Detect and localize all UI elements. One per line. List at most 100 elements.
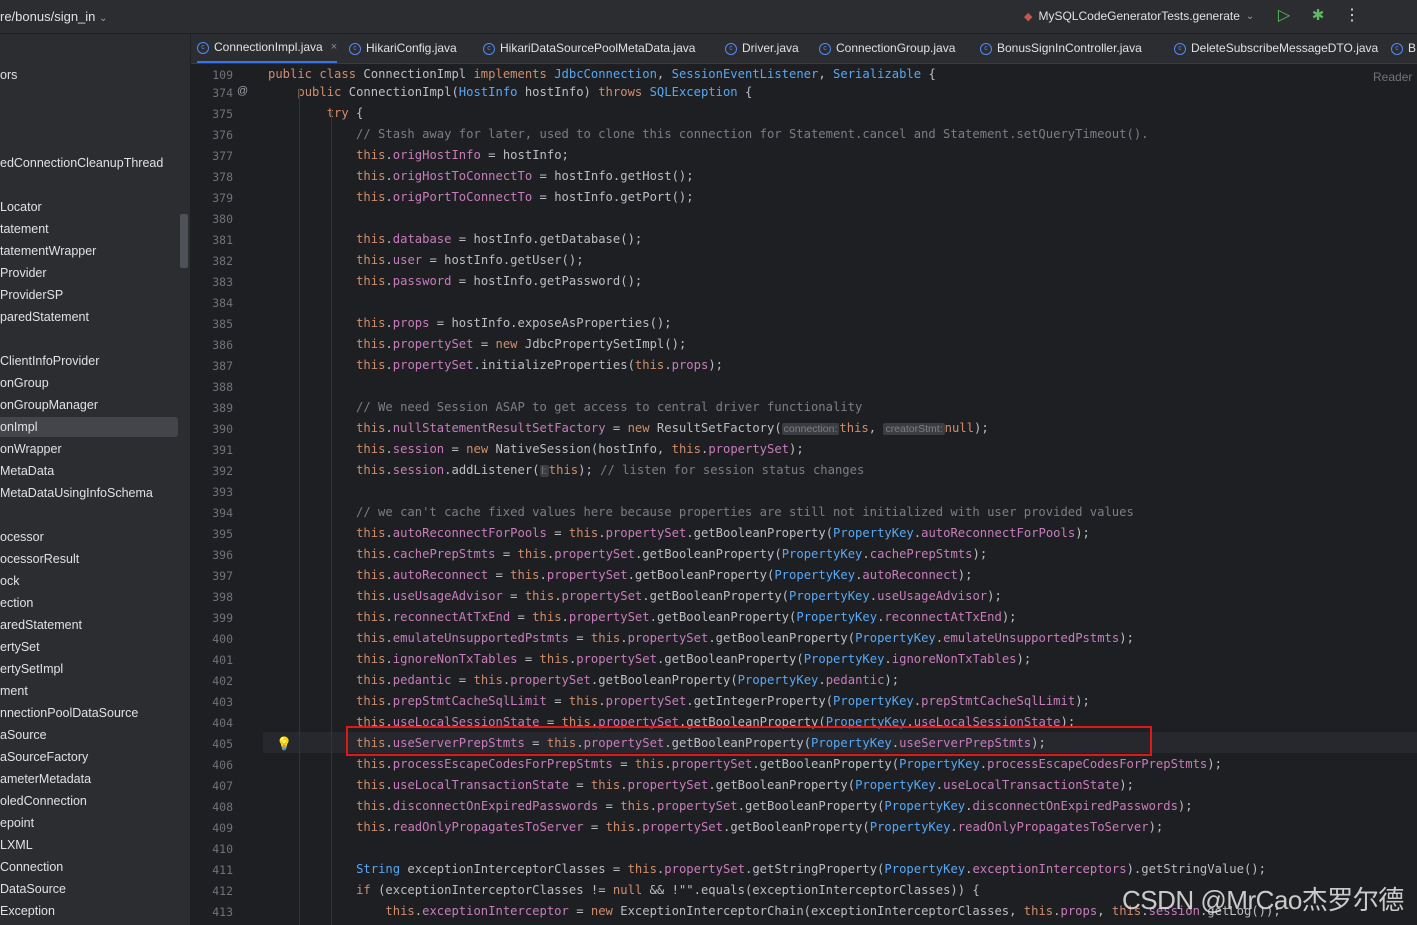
tree-item[interactable]: onGroup <box>0 373 178 393</box>
override-marker-icon[interactable]: @ <box>237 85 248 97</box>
branch-selector[interactable]: re/bonus/sign_in ⌄ <box>0 9 107 24</box>
tree-item[interactable]: ors <box>0 65 178 85</box>
line-number: 382 <box>212 254 233 268</box>
code-line[interactable]: this.prepStmtCacheSqlLimit = this.proper… <box>268 694 1090 708</box>
tree-item[interactable]: aSourceFactory <box>0 747 178 767</box>
code-line[interactable]: this.ignoreNonTxTables = this.propertySe… <box>268 652 1031 666</box>
tree-item[interactable]: ocessor <box>0 527 178 547</box>
tree-item[interactable]: Locator <box>0 197 178 217</box>
code-line[interactable]: this.session.addListener(l: this); // lis… <box>268 463 864 477</box>
lightbulb-icon[interactable]: 💡 <box>276 736 292 752</box>
code-line[interactable]: this.origHostInfo = hostInfo; <box>268 148 569 162</box>
tree-item[interactable]: DataSource <box>0 879 178 899</box>
watermark: CSDN @MrCao杰罗尔德 <box>1122 885 1404 915</box>
code-line[interactable]: this.disconnectOnExpiredPasswords = this… <box>268 799 1193 813</box>
run-button[interactable]: ▷ <box>1274 6 1294 26</box>
tree-item[interactable]: ClientInfoProvider <box>0 351 178 371</box>
editor-tab[interactable]: c ConnectionGroup.java <box>819 34 955 63</box>
line-number: 408 <box>212 800 233 814</box>
editor-tab[interactable]: c ConnectionImpl.java × <box>197 33 338 63</box>
code-line[interactable]: public class ConnectionImpl implements J… <box>268 67 936 81</box>
line-number: 387 <box>212 359 233 373</box>
more-actions-button[interactable]: ⋮ <box>1342 6 1362 26</box>
sidebar-scrollbar[interactable] <box>180 214 188 268</box>
tree-item[interactable]: oledConnection <box>0 791 178 811</box>
tree-item[interactable] <box>0 505 178 525</box>
code-line[interactable]: this.autoReconnectForPools = this.proper… <box>268 526 1090 540</box>
line-number: 379 <box>212 191 233 205</box>
code-line[interactable]: String exceptionInterceptorClasses = thi… <box>268 862 1266 876</box>
tree-item[interactable]: ection <box>0 593 178 613</box>
tree-item[interactable]: aSource <box>0 725 178 745</box>
code-line[interactable]: this.pedantic = this.propertySet.getBool… <box>268 673 899 687</box>
code-line[interactable]: this.readOnlyPropagatesToServer = this.p… <box>268 820 1163 834</box>
tree-item[interactable] <box>0 131 178 151</box>
tree-item[interactable]: ock <box>0 571 178 591</box>
code-line[interactable]: public ConnectionImpl(HostInfo hostInfo)… <box>268 85 752 99</box>
code-line[interactable]: this.database = hostInfo.getDatabase(); <box>268 232 642 246</box>
close-icon[interactable]: × <box>331 33 337 62</box>
tree-item[interactable]: tatement <box>0 219 178 239</box>
code-editor[interactable]: 109 374 375 376 377 378 379 380 381 382 383 384 385 3… <box>191 64 1417 925</box>
code-line[interactable]: this.session = new NativeSession(hostInf… <box>268 442 804 456</box>
tree-item[interactable]: onGroupManager <box>0 395 178 415</box>
tree-item[interactable]: nnectionPoolDataSource <box>0 703 178 723</box>
tree-item[interactable]: ertySet <box>0 637 178 657</box>
editor-tab[interactable]: c HikariConfig.java <box>349 34 457 63</box>
tree-item[interactable]: Provider <box>0 263 178 283</box>
tree-item[interactable]: ertySetImpl <box>0 659 178 679</box>
code-line[interactable]: this.cachePrepStmts = this.propertySet.g… <box>268 547 987 561</box>
debug-button[interactable]: ✱ <box>1308 6 1328 26</box>
tree-item[interactable]: ProviderSP <box>0 285 178 305</box>
code-line[interactable]: this.nullStatementResultSetFactory = new… <box>268 421 989 435</box>
tree-item[interactable]: aredStatement <box>0 615 178 635</box>
tree-item[interactable]: epoint <box>0 813 178 833</box>
code-line[interactable]: this.processEscapeCodesForPrepStmts = th… <box>268 757 1222 771</box>
editor-tab[interactable]: c HikariDataSourcePoolMetaData.java <box>483 34 695 63</box>
code-line[interactable]: this.props = hostInfo.exposeAsProperties… <box>268 316 672 330</box>
line-number: 410 <box>212 842 233 856</box>
run-configuration-selector[interactable]: ◆ MySQLCodeGeneratorTests.generate ⌄ <box>1024 9 1254 23</box>
tree-item[interactable]: onWrapper <box>0 439 178 459</box>
junit-icon: ◆ <box>1024 10 1033 23</box>
tree-item[interactable]: onImpl <box>0 417 178 437</box>
tree-item[interactable] <box>0 87 178 107</box>
tree-item[interactable] <box>0 109 178 129</box>
tree-item[interactable]: MetaData <box>0 461 178 481</box>
tree-item[interactable] <box>0 175 178 195</box>
line-number: 377 <box>212 149 233 163</box>
code-line[interactable]: this.password = hostInfo.getPassword(); <box>268 274 642 288</box>
tree-item[interactable]: LXML <box>0 835 178 855</box>
line-number: 397 <box>212 569 233 583</box>
tree-item[interactable]: paredStatement <box>0 307 178 327</box>
code-line[interactable]: // We need Session ASAP to get access to… <box>268 400 862 414</box>
tree-item[interactable]: Connection <box>0 857 178 877</box>
code-line[interactable]: this.user = hostInfo.getUser(); <box>268 253 584 267</box>
code-line[interactable]: // Stash away for later, used to clone t… <box>268 127 1148 141</box>
code-line[interactable]: if (exceptionInterceptorClasses != null … <box>268 883 980 897</box>
reader-mode-toggle[interactable]: Reader <box>1373 70 1412 84</box>
tree-item[interactable]: ameterMetadata <box>0 769 178 789</box>
tree-item[interactable]: ocessorResult <box>0 549 178 569</box>
code-line[interactable]: this.useUsageAdvisor = this.propertySet.… <box>268 589 1002 603</box>
code-line[interactable]: this.emulateUnsupportedPstmts = this.pro… <box>268 631 1134 645</box>
code-line[interactable]: // we can't cache fixed values here beca… <box>268 505 1134 519</box>
tree-item[interactable]: edConnectionCleanupThread <box>0 153 178 173</box>
code-line[interactable]: try { <box>268 106 364 120</box>
tree-item[interactable]: tatementWrapper <box>0 241 178 261</box>
code-line[interactable]: this.propertySet.initializeProperties(th… <box>268 358 723 372</box>
editor-tab[interactable]: c DeleteSubscribeMessageDTO.java <box>1174 34 1378 63</box>
tree-item[interactable]: Exception <box>0 901 178 921</box>
tree-item[interactable]: MetaDataUsingInfoSchema <box>0 483 178 503</box>
tree-item[interactable]: ment <box>0 681 178 701</box>
line-number: 394 <box>212 506 233 520</box>
editor-tabs: c ConnectionImpl.java × c HikariConfig.java c… <box>191 34 1417 64</box>
line-number: 376 <box>212 128 233 142</box>
code-line[interactable]: this.useLocalTransactionState = this.pro… <box>268 778 1134 792</box>
code-line[interactable]: this.reconnectAtTxEnd = this.propertySet… <box>268 610 1016 624</box>
code-line[interactable]: this.autoReconnect = this.propertySet.ge… <box>268 568 972 582</box>
tree-item[interactable] <box>0 329 178 349</box>
editor-tab[interactable]: c BonusSignInController.java <box>980 34 1142 63</box>
editor-tab[interactable]: cB <box>1391 34 1416 63</box>
editor-tab[interactable]: c Driver.java <box>725 34 799 63</box>
